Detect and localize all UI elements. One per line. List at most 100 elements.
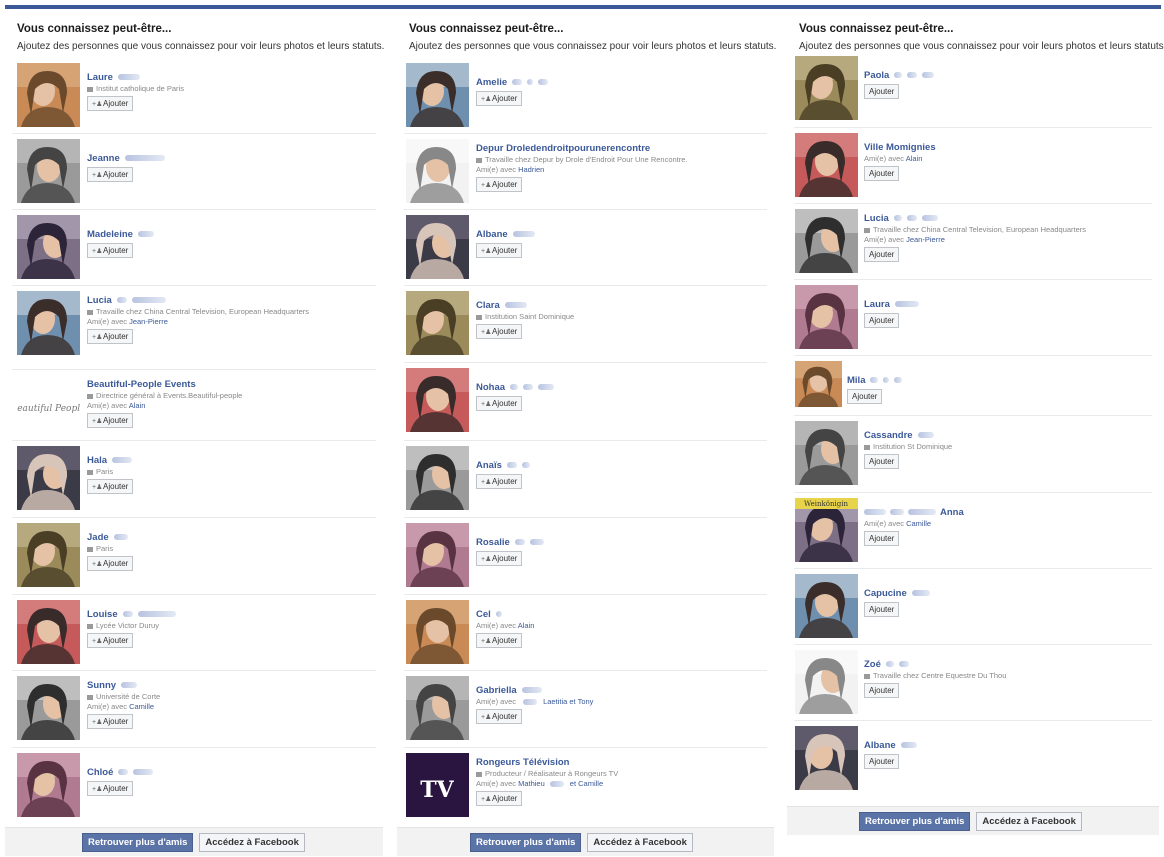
add-friend-button[interactable]: Ajouter	[864, 166, 900, 181]
add-friend-button[interactable]: +♟Ajouter	[87, 556, 134, 571]
person-name-link[interactable]: Amelie	[476, 77, 549, 88]
person-name-link[interactable]: Beautiful-People Events	[87, 379, 196, 390]
profile-picture[interactable]: TV	[406, 753, 469, 817]
profile-picture[interactable]	[795, 56, 858, 120]
add-friend-button[interactable]: +♟Ajouter	[476, 243, 523, 258]
person-name-link[interactable]: Gabriella	[476, 685, 542, 696]
person-name-link[interactable]: Cassandre	[864, 430, 934, 441]
person-name-link[interactable]: Louise	[87, 609, 176, 620]
add-friend-button[interactable]: +♟Ajouter	[87, 633, 134, 648]
profile-picture[interactable]	[795, 574, 858, 638]
add-friend-button[interactable]: +♟Ajouter	[87, 714, 134, 729]
add-friend-button[interactable]: Ajouter	[864, 683, 900, 698]
profile-picture[interactable]	[406, 139, 469, 203]
mutual-friend-link[interactable]: Alain	[906, 154, 923, 163]
person-name-link[interactable]: Sunny	[87, 680, 138, 691]
person-name-link[interactable]: Rosalie	[476, 537, 544, 548]
person-name-link[interactable]: Laure	[87, 72, 140, 83]
profile-picture[interactable]	[795, 361, 842, 407]
mutual-friend-link[interactable]: Alain	[129, 401, 146, 410]
profile-picture[interactable]	[406, 368, 469, 432]
add-friend-button[interactable]: Ajouter	[864, 531, 900, 546]
profile-picture[interactable]: Beautiful People	[17, 375, 80, 439]
find-more-friends-button[interactable]: Retrouver plus d'amis	[470, 833, 582, 852]
profile-picture[interactable]	[795, 133, 858, 197]
add-friend-button[interactable]: +♟Ajouter	[87, 167, 134, 182]
profile-picture[interactable]	[406, 446, 469, 510]
profile-picture[interactable]	[17, 446, 80, 510]
go-to-facebook-button[interactable]: Accédez à Facebook	[976, 812, 1082, 831]
person-name-link[interactable]: Anna	[864, 507, 964, 518]
person-name-link[interactable]: Zoé	[864, 659, 909, 670]
add-friend-button[interactable]: +♟Ajouter	[476, 324, 523, 339]
mutual-friend-link[interactable]: Hadrien	[518, 165, 544, 174]
profile-picture[interactable]: Weinkönigin	[795, 498, 858, 562]
add-friend-button[interactable]: +♟Ajouter	[476, 791, 523, 806]
profile-picture[interactable]	[17, 291, 80, 355]
mutual-friend-link[interactable]: Jean-Pierre	[906, 235, 945, 244]
profile-picture[interactable]	[795, 285, 858, 349]
go-to-facebook-button[interactable]: Accédez à Facebook	[587, 833, 693, 852]
add-friend-button[interactable]: +♟Ajouter	[476, 474, 523, 489]
person-name-link[interactable]: Capucine	[864, 588, 930, 599]
profile-picture[interactable]	[406, 523, 469, 587]
person-name-link[interactable]: Jeanne	[87, 153, 165, 164]
person-name-link[interactable]: Depur Droledendroitpourunerencontre	[476, 143, 650, 154]
add-friend-button[interactable]: Ajouter	[864, 754, 900, 769]
profile-picture[interactable]	[17, 600, 80, 664]
add-friend-button[interactable]: +♟Ajouter	[476, 91, 523, 106]
person-name-link[interactable]: Jade	[87, 532, 128, 543]
profile-picture[interactable]	[795, 726, 858, 790]
person-name-link[interactable]: Chloé	[87, 767, 154, 778]
person-name-link[interactable]: Lucia	[87, 295, 166, 306]
mutual-friend-link[interactable]: Mathieu	[518, 779, 545, 788]
profile-picture[interactable]	[17, 676, 80, 740]
add-friend-button[interactable]: +♟Ajouter	[476, 396, 523, 411]
person-name-link[interactable]: Lucia	[864, 213, 938, 224]
add-friend-button[interactable]: +♟Ajouter	[87, 479, 134, 494]
profile-picture[interactable]	[406, 63, 469, 127]
add-friend-button[interactable]: +♟Ajouter	[87, 413, 134, 428]
add-friend-button[interactable]: Ajouter	[864, 247, 900, 262]
add-friend-button[interactable]: Ajouter	[864, 602, 900, 617]
person-name-link[interactable]: Laura	[864, 299, 919, 310]
person-name-link[interactable]: Anaïs	[476, 460, 530, 471]
person-name-link[interactable]: Rongeurs Télévision	[476, 757, 569, 768]
profile-picture[interactable]	[17, 215, 80, 279]
add-friend-button[interactable]: +♟Ajouter	[476, 633, 523, 648]
add-friend-button[interactable]: Ajouter	[864, 313, 900, 328]
go-to-facebook-button[interactable]: Accédez à Facebook	[199, 833, 305, 852]
person-name-link[interactable]: Albane	[864, 740, 917, 751]
profile-picture[interactable]	[406, 676, 469, 740]
person-name-link[interactable]: Hala	[87, 455, 133, 466]
add-friend-button[interactable]: +♟Ajouter	[476, 177, 523, 192]
profile-picture[interactable]	[795, 421, 858, 485]
person-name-link[interactable]: Nohaa	[476, 382, 555, 393]
mutual-friend-link[interactable]: Camille	[129, 702, 154, 711]
profile-picture[interactable]	[17, 63, 80, 127]
person-name-link[interactable]: Madeleine	[87, 229, 154, 240]
add-friend-button[interactable]: +♟Ajouter	[87, 781, 134, 796]
profile-picture[interactable]	[795, 209, 858, 273]
add-friend-button[interactable]: +♟Ajouter	[476, 709, 523, 724]
profile-picture[interactable]	[795, 650, 858, 714]
add-friend-button[interactable]: Ajouter	[864, 454, 900, 469]
add-friend-button[interactable]: +♟Ajouter	[87, 96, 134, 111]
profile-picture[interactable]	[17, 753, 80, 817]
mutual-friend-link[interactable]: Laetitia et Tony	[543, 697, 593, 706]
mutual-friend-link[interactable]: Camille	[906, 519, 931, 528]
person-name-link[interactable]: Albane	[476, 229, 535, 240]
mutual-friend-link[interactable]: Alain	[518, 621, 535, 630]
person-name-link[interactable]: Cel	[476, 609, 502, 620]
mutual-friend-link[interactable]: Jean-Pierre	[129, 317, 168, 326]
profile-picture[interactable]	[17, 139, 80, 203]
add-friend-button[interactable]: +♟Ajouter	[476, 551, 523, 566]
find-more-friends-button[interactable]: Retrouver plus d'amis	[82, 833, 194, 852]
person-name-link[interactable]: Mila	[847, 375, 903, 386]
person-name-link[interactable]: Clara	[476, 300, 527, 311]
profile-picture[interactable]	[406, 215, 469, 279]
person-name-link[interactable]: Paola	[864, 70, 935, 81]
add-friend-button[interactable]: +♟Ajouter	[87, 329, 134, 344]
find-more-friends-button[interactable]: Retrouver plus d'amis	[859, 812, 971, 831]
person-name-link[interactable]: Ville Momignies	[864, 142, 936, 153]
